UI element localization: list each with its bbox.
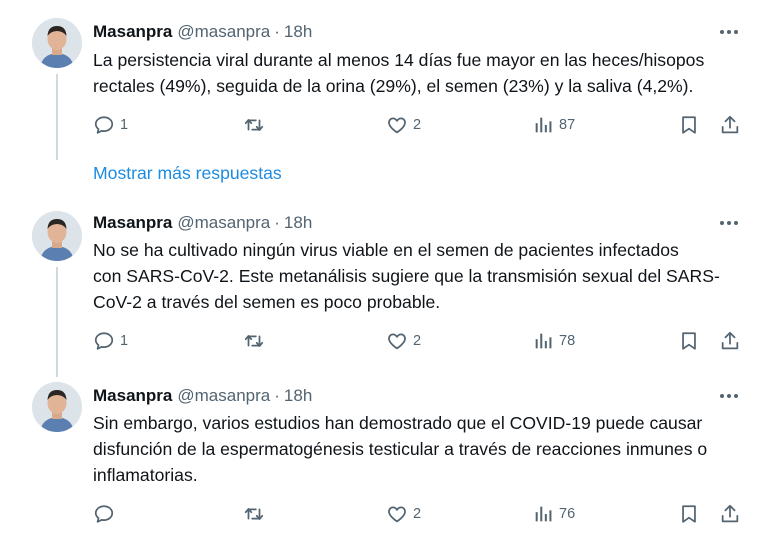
views-button[interactable]: 87 (531, 112, 575, 138)
share-button[interactable] (718, 328, 742, 354)
bookmark-button[interactable] (677, 112, 701, 138)
like-icon (385, 502, 409, 526)
reply-count: 1 (120, 333, 129, 349)
tweet-text-line: CoV-2 a través del semen es poco probabl… (93, 292, 441, 312)
author-handle[interactable]: @masanpra (177, 213, 270, 233)
like-button[interactable]: 2 (385, 112, 421, 138)
share-icon (718, 113, 742, 137)
like-icon (385, 329, 409, 353)
timestamp[interactable]: 18h (284, 386, 312, 406)
share-icon (718, 329, 742, 353)
tweet-text: La persistencia viral durante al menos 1… (93, 47, 753, 99)
retweet-icon (242, 502, 266, 526)
retweet-button[interactable] (242, 112, 266, 138)
tweet-header: Masanpra @masanpra · 18h (93, 384, 312, 408)
reply-count: 1 (120, 117, 129, 133)
views-button[interactable]: 76 (531, 501, 575, 527)
reply-icon (92, 329, 116, 353)
author-handle[interactable]: @masanpra (177, 22, 270, 42)
tweet-text-line: con SARS-CoV-2. Este metanálisis sugiere… (93, 266, 720, 286)
tweet-text-line: rectales (49%), seguida de la orina (29%… (93, 76, 694, 96)
like-count: 2 (413, 506, 422, 522)
like-count: 2 (413, 333, 422, 349)
bookmark-button[interactable] (677, 328, 701, 354)
timestamp[interactable]: 18h (284, 213, 312, 233)
timestamp[interactable]: 18h (284, 22, 312, 42)
views-icon (531, 502, 555, 526)
views-icon (531, 329, 555, 353)
reply-button[interactable]: 1 (92, 112, 128, 138)
views-count: 87 (559, 117, 576, 133)
tweet-text-line: inflamatorias. (93, 465, 198, 485)
share-button[interactable] (718, 112, 742, 138)
retweet-button[interactable] (242, 501, 266, 527)
like-count: 2 (413, 117, 422, 133)
show-more-replies-link[interactable]: Mostrar más respuestas (93, 161, 282, 185)
views-count: 78 (559, 333, 576, 349)
reply-icon (92, 113, 116, 137)
bookmark-icon (677, 113, 701, 137)
more-icon[interactable] (716, 20, 742, 44)
tweet-text-line: No se ha cultivado ningún virus viable e… (93, 240, 679, 260)
tweet-1[interactable]: Masanpra @masanpra · 18h La persistencia… (0, 0, 760, 160)
separator: · (274, 22, 280, 41)
author-name[interactable]: Masanpra (93, 386, 172, 406)
separator: · (274, 213, 280, 232)
tweet-text: Sin embargo, varios estudios han demostr… (93, 410, 753, 488)
avatar[interactable] (32, 211, 82, 261)
author-name[interactable]: Masanpra (93, 22, 172, 42)
action-bar: 1 2 78 (0, 328, 760, 354)
tweet-text-line: disfunción de la espermatogénesis testic… (93, 439, 708, 459)
like-icon (385, 113, 409, 137)
avatar[interactable] (32, 18, 82, 68)
reply-icon (92, 502, 116, 526)
author-name[interactable]: Masanpra (93, 213, 172, 233)
reply-button[interactable]: 1 (92, 328, 128, 354)
like-button[interactable]: 2 (385, 328, 421, 354)
tweet-header: Masanpra @masanpra · 18h (93, 20, 312, 44)
avatar[interactable] (32, 382, 82, 432)
action-bar: 2 76 (0, 501, 760, 527)
thread-line (56, 267, 58, 377)
action-bar: 1 2 87 (0, 112, 760, 138)
retweet-icon (242, 113, 266, 137)
tweet-text-line: La persistencia viral durante al menos 1… (93, 50, 705, 70)
author-handle[interactable]: @masanpra (177, 386, 270, 406)
more-icon[interactable] (716, 384, 742, 408)
bookmark-icon (677, 502, 701, 526)
tweet-text: No se ha cultivado ningún virus viable e… (93, 237, 753, 315)
views-icon (531, 113, 555, 137)
tweet-text-line: Sin embargo, varios estudios han demostr… (93, 413, 703, 433)
share-button[interactable] (718, 501, 742, 527)
bookmark-icon (677, 329, 701, 353)
reply-button[interactable] (92, 501, 120, 527)
bookmark-button[interactable] (677, 501, 701, 527)
retweet-icon (242, 329, 266, 353)
tweet-2[interactable]: Masanpra @masanpra · 18h No se ha cultiv… (0, 200, 760, 377)
views-button[interactable]: 78 (531, 328, 575, 354)
like-button[interactable]: 2 (385, 501, 421, 527)
separator: · (274, 386, 280, 405)
tweet-3[interactable]: Masanpra @masanpra · 18h Sin embargo, va… (0, 372, 760, 542)
tweet-header: Masanpra @masanpra · 18h (93, 211, 312, 235)
views-count: 76 (559, 506, 576, 522)
more-icon[interactable] (716, 211, 742, 235)
share-icon (718, 502, 742, 526)
retweet-button[interactable] (242, 328, 266, 354)
